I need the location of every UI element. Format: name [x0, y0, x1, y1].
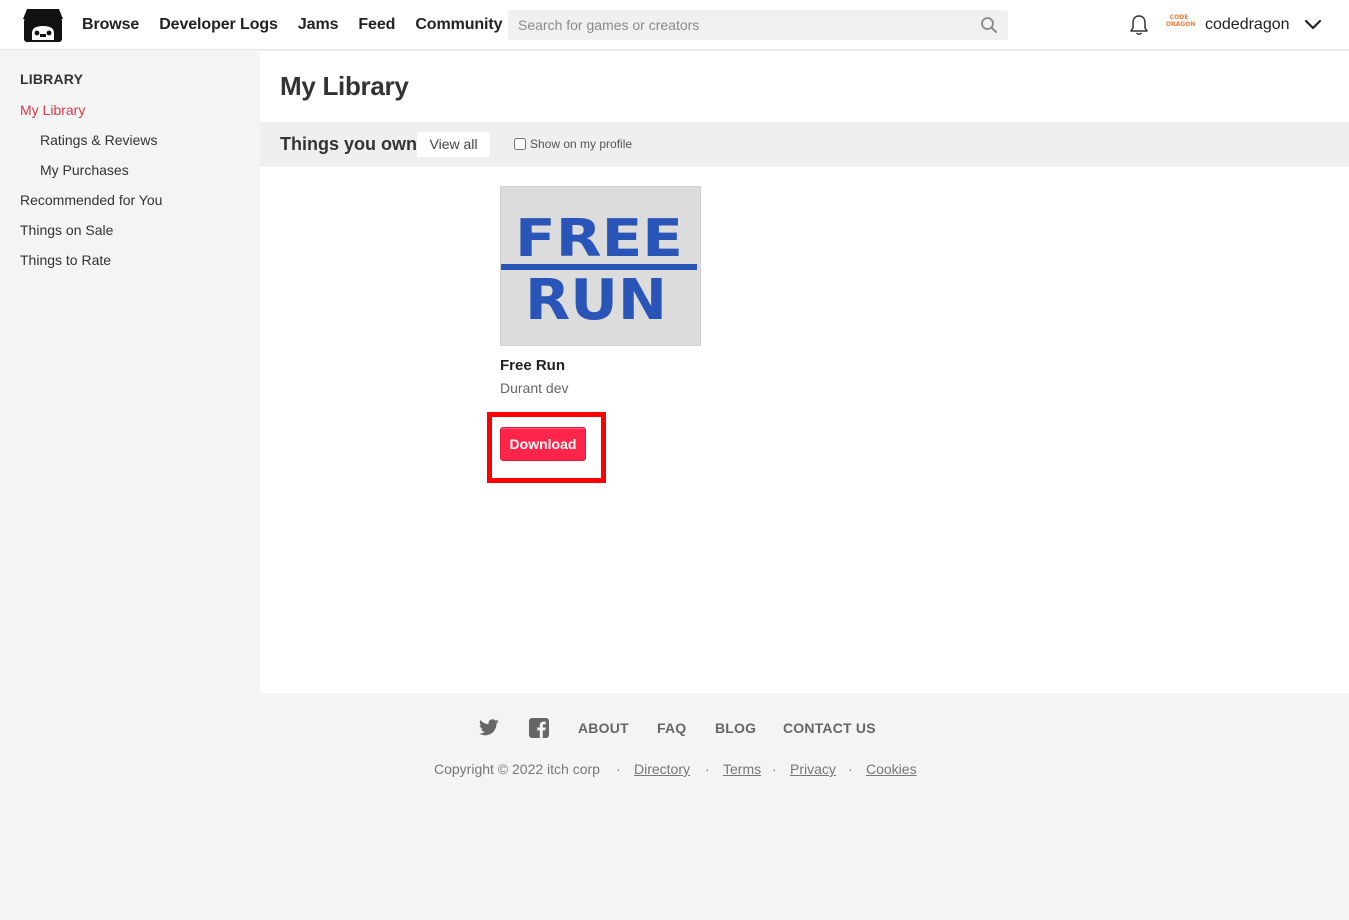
- show-on-profile-checkbox[interactable]: [514, 138, 526, 150]
- top-header: Browse Developer Logs Jams Feed Communit…: [0, 0, 1349, 50]
- footer-link-about[interactable]: ABOUT: [578, 720, 629, 736]
- footer-separator: ·: [616, 761, 621, 777]
- sidebar-item-my-library[interactable]: My Library: [20, 102, 85, 118]
- main-nav: Browse Developer Logs Jams Feed Communit…: [82, 0, 522, 50]
- nav-browse[interactable]: Browse: [82, 16, 139, 34]
- nav-community[interactable]: Community: [415, 16, 502, 34]
- footer-link-privacy[interactable]: Privacy: [790, 761, 836, 777]
- owned-section-header: Things you own View all Show on my profi…: [260, 122, 1349, 167]
- footer-link-faq[interactable]: FAQ: [657, 720, 686, 736]
- avatar[interactable]: CODE DRAGON: [1166, 14, 1195, 34]
- footer-separator: ·: [705, 761, 710, 777]
- sidebar-item-my-purchases[interactable]: My Purchases: [40, 162, 129, 178]
- game-author-link[interactable]: Durant dev: [500, 380, 568, 396]
- chevron-down-icon[interactable]: [1304, 17, 1322, 33]
- download-button[interactable]: Download: [500, 427, 586, 461]
- show-on-profile-toggle[interactable]: Show on my profile: [514, 137, 632, 151]
- footer-link-blog[interactable]: BLOG: [715, 720, 756, 736]
- footer-link-directory[interactable]: Directory: [634, 761, 690, 777]
- sidebar-item-things-on-sale[interactable]: Things on Sale: [20, 222, 113, 238]
- sidebar-item-ratings-reviews[interactable]: Ratings & Reviews: [40, 132, 158, 148]
- username[interactable]: codedragon: [1205, 0, 1290, 50]
- sidebar-item-recommended[interactable]: Recommended for You: [20, 192, 162, 208]
- free-run-cover-art: FREE RUN: [501, 209, 697, 333]
- cover-text-line2: RUN: [525, 268, 667, 333]
- footer-separator: ·: [848, 761, 853, 777]
- footer-separator: ·: [772, 761, 777, 777]
- twitter-icon[interactable]: [479, 719, 499, 736]
- nav-jams[interactable]: Jams: [298, 16, 339, 34]
- copyright-text: Copyright © 2022 itch corp: [434, 761, 600, 777]
- itchio-logo-icon[interactable]: [23, 7, 63, 43]
- search-input[interactable]: [508, 11, 968, 39]
- sidebar-title: LIBRARY: [20, 71, 84, 87]
- search-icon[interactable]: [980, 16, 998, 34]
- game-title-link[interactable]: Free Run: [500, 357, 565, 374]
- nav-feed[interactable]: Feed: [358, 16, 395, 34]
- page-title: My Library: [280, 71, 409, 101]
- sidebar-item-things-to-rate[interactable]: Things to Rate: [20, 252, 111, 268]
- footer-link-contact-us[interactable]: CONTACT US: [783, 720, 876, 736]
- nav-developer-logs[interactable]: Developer Logs: [159, 16, 278, 34]
- search-box: [508, 10, 1008, 40]
- main-content: My Library Things you own View all Show …: [260, 51, 1349, 693]
- bell-icon[interactable]: [1129, 14, 1149, 36]
- footer-link-cookies[interactable]: Cookies: [866, 761, 917, 777]
- section-title: Things you own: [280, 134, 417, 154]
- facebook-icon[interactable]: [529, 718, 549, 738]
- show-on-profile-label: Show on my profile: [530, 137, 633, 151]
- view-all-button[interactable]: View all: [417, 132, 490, 157]
- footer-link-terms[interactable]: Terms: [723, 761, 761, 777]
- game-cover-image[interactable]: FREE RUN: [500, 186, 701, 346]
- cover-text-line1: FREE: [515, 209, 683, 269]
